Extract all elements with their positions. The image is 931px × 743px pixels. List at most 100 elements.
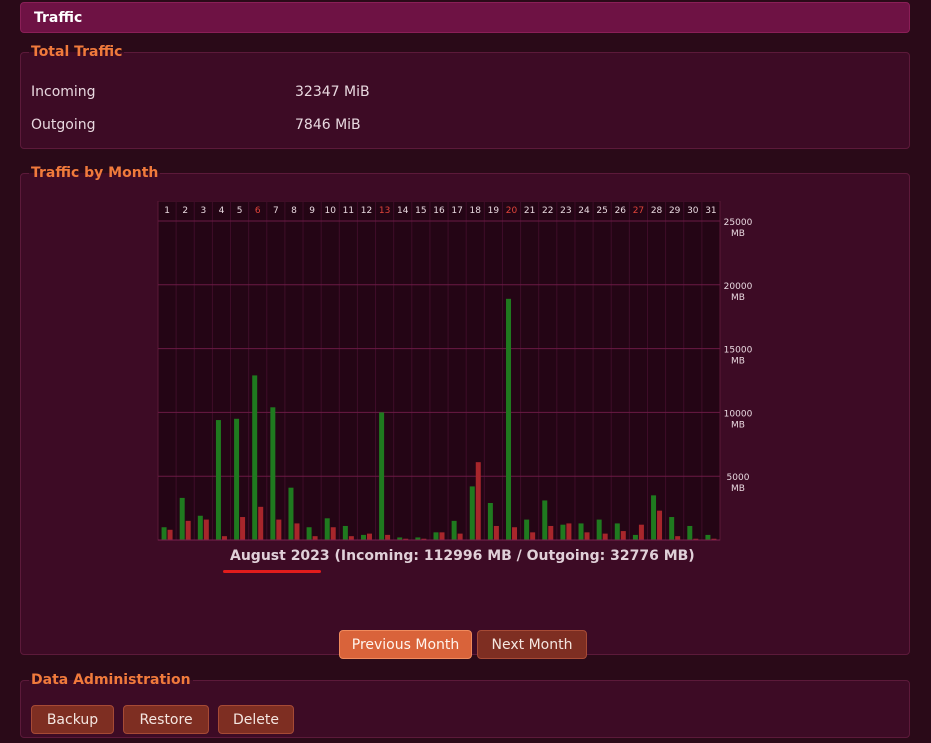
bar-incoming — [524, 519, 530, 540]
bar-outgoing — [657, 510, 663, 540]
bar-outgoing — [312, 536, 318, 540]
y-tick-unit: MB — [731, 293, 745, 303]
plot-area — [157, 200, 721, 541]
bar-incoming — [197, 515, 203, 540]
bar-incoming — [379, 412, 385, 540]
bar-outgoing — [221, 536, 227, 540]
bar-incoming — [360, 534, 366, 540]
caption-month: August 2023 — [230, 548, 330, 564]
bar-outgoing — [366, 533, 372, 540]
bar-incoming — [252, 375, 258, 540]
previous-month-button[interactable]: Previous Month — [339, 630, 472, 659]
traffic-by-month-legend: Traffic by Month — [31, 165, 159, 181]
next-month-button[interactable]: Next Month — [477, 630, 587, 659]
day-label: 25 — [596, 206, 607, 216]
data-administration-panel: Data Administration Backup Restore Delet… — [20, 672, 910, 738]
y-tick-label: 15000 — [724, 346, 753, 356]
day-label: 7 — [273, 206, 279, 216]
bar-outgoing — [457, 533, 463, 540]
chart-caption: August 2023 (Incoming: 112996 MB / Outgo… — [230, 548, 695, 564]
bar-incoming — [215, 420, 221, 540]
y-tick-unit: MB — [731, 484, 745, 494]
bar-outgoing — [584, 532, 590, 540]
day-label: 12 — [361, 206, 372, 216]
y-tick-label: 5000 — [727, 473, 750, 483]
day-label: 9 — [309, 206, 315, 216]
day-label: 21 — [524, 206, 535, 216]
day-label: 29 — [669, 206, 681, 216]
bar-incoming — [506, 298, 512, 540]
day-label: 13 — [379, 206, 390, 216]
bar-outgoing — [602, 533, 608, 540]
bar-incoming — [469, 486, 475, 540]
total-traffic-panel: Total Traffic Incoming 32347 MiB Outgoin… — [20, 44, 910, 149]
traffic-chart-svg: 1 2 3 4 5 6 7 8 9 10 11 12 13 14 15 16 17 18 19 20 21 22 23 24 2… — [157, 200, 753, 541]
traffic-by-month-panel: Traffic by Month 1 2 3 4 5 6 7 8 9 10 11 12 13 14 15 16… — [20, 165, 910, 659]
bar-outgoing — [439, 532, 445, 540]
day-label: 6 — [255, 206, 261, 216]
day-label: 1 — [164, 206, 170, 216]
day-label: 3 — [200, 206, 206, 216]
bar-incoming — [614, 523, 620, 540]
bar-incoming — [542, 500, 548, 540]
page-title: Traffic — [34, 10, 83, 26]
bar-incoming — [433, 532, 439, 540]
bar-incoming — [161, 527, 167, 540]
bar-outgoing — [475, 462, 481, 540]
bar-incoming — [234, 418, 240, 540]
day-label: 31 — [705, 206, 716, 216]
bar-outgoing — [348, 536, 354, 540]
y-tick-label: 20000 — [724, 282, 753, 292]
bar-incoming — [179, 497, 185, 540]
bar-incoming — [632, 534, 638, 540]
bar-incoming — [687, 525, 693, 540]
bar-incoming — [270, 407, 276, 540]
day-label: 30 — [687, 206, 699, 216]
bar-incoming — [578, 523, 584, 540]
day-label: 26 — [615, 206, 627, 216]
bar-incoming — [288, 487, 294, 540]
incoming-label: Incoming — [31, 84, 96, 100]
y-tick-unit: MB — [731, 357, 745, 367]
bar-outgoing — [566, 523, 572, 540]
delete-button[interactable]: Delete — [218, 705, 294, 734]
day-label: 10 — [324, 206, 336, 216]
bar-outgoing — [203, 519, 209, 540]
bar-incoming — [324, 518, 330, 540]
page: Traffic Total Traffic Incoming 32347 MiB… — [0, 0, 931, 743]
caption-totals: (Incoming: 112996 MB / Outgoing: 32776 M… — [329, 548, 695, 564]
total-traffic-legend: Total Traffic — [31, 44, 123, 60]
day-label: 27 — [633, 206, 644, 216]
bar-outgoing — [258, 506, 264, 540]
bar-outgoing — [330, 527, 336, 540]
bar-incoming — [451, 520, 457, 540]
backup-button[interactable]: Backup — [31, 705, 114, 734]
bar-outgoing — [185, 520, 191, 540]
bar-outgoing — [675, 536, 681, 540]
bar-outgoing — [493, 525, 499, 540]
outgoing-label: Outgoing — [31, 117, 96, 133]
bar-outgoing — [530, 532, 536, 540]
bar-outgoing — [167, 529, 173, 540]
bar-outgoing — [620, 531, 626, 540]
y-tick-label: 10000 — [724, 409, 753, 419]
bar-incoming — [306, 527, 312, 540]
day-label: 22 — [542, 206, 553, 216]
day-label: 2 — [182, 206, 188, 216]
bar-incoming — [669, 517, 675, 540]
bar-outgoing — [276, 519, 282, 540]
restore-button[interactable]: Restore — [123, 705, 209, 734]
day-label: 18 — [470, 206, 482, 216]
bar-outgoing — [294, 523, 300, 540]
y-tick-unit: MB — [731, 420, 745, 430]
day-label: 17 — [451, 206, 462, 216]
outgoing-value: 7846 MiB — [295, 117, 361, 133]
bar-outgoing — [385, 534, 391, 540]
day-label: 4 — [219, 206, 225, 216]
bar-outgoing — [240, 517, 246, 540]
day-label: 19 — [488, 206, 500, 216]
day-label: 23 — [560, 206, 571, 216]
bar-incoming — [705, 534, 711, 540]
y-tick-unit: MB — [731, 229, 745, 239]
traffic-chart: 1 2 3 4 5 6 7 8 9 10 11 12 13 14 15 16 17 18 19 20 21 22 23 24 2… — [157, 200, 757, 546]
